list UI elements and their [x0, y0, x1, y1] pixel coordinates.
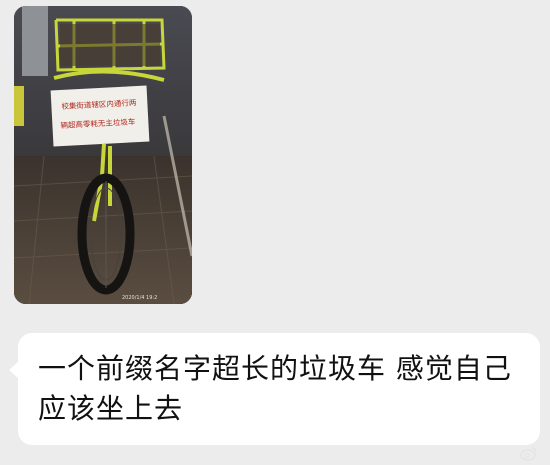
- weibo-icon: [520, 447, 537, 461]
- bubble-tail: [9, 361, 19, 379]
- text-message-bubble[interactable]: 一个前缀名字超长的垃圾车 感觉自己应该坐上去: [9, 333, 540, 445]
- image-message[interactable]: 校集街道辖区内通行两 辆超高零耗无主垃圾车 2020/1/4 19:2: [14, 6, 192, 304]
- watermark: [520, 447, 542, 461]
- bike-photo: 校集街道辖区内通行两 辆超高零耗无主垃圾车 2020/1/4 19:2: [14, 6, 192, 304]
- photo-timestamp: 2020/1/4 19:2: [122, 295, 157, 301]
- message-text: 一个前缀名字超长的垃圾车 感觉自己应该坐上去: [38, 352, 512, 425]
